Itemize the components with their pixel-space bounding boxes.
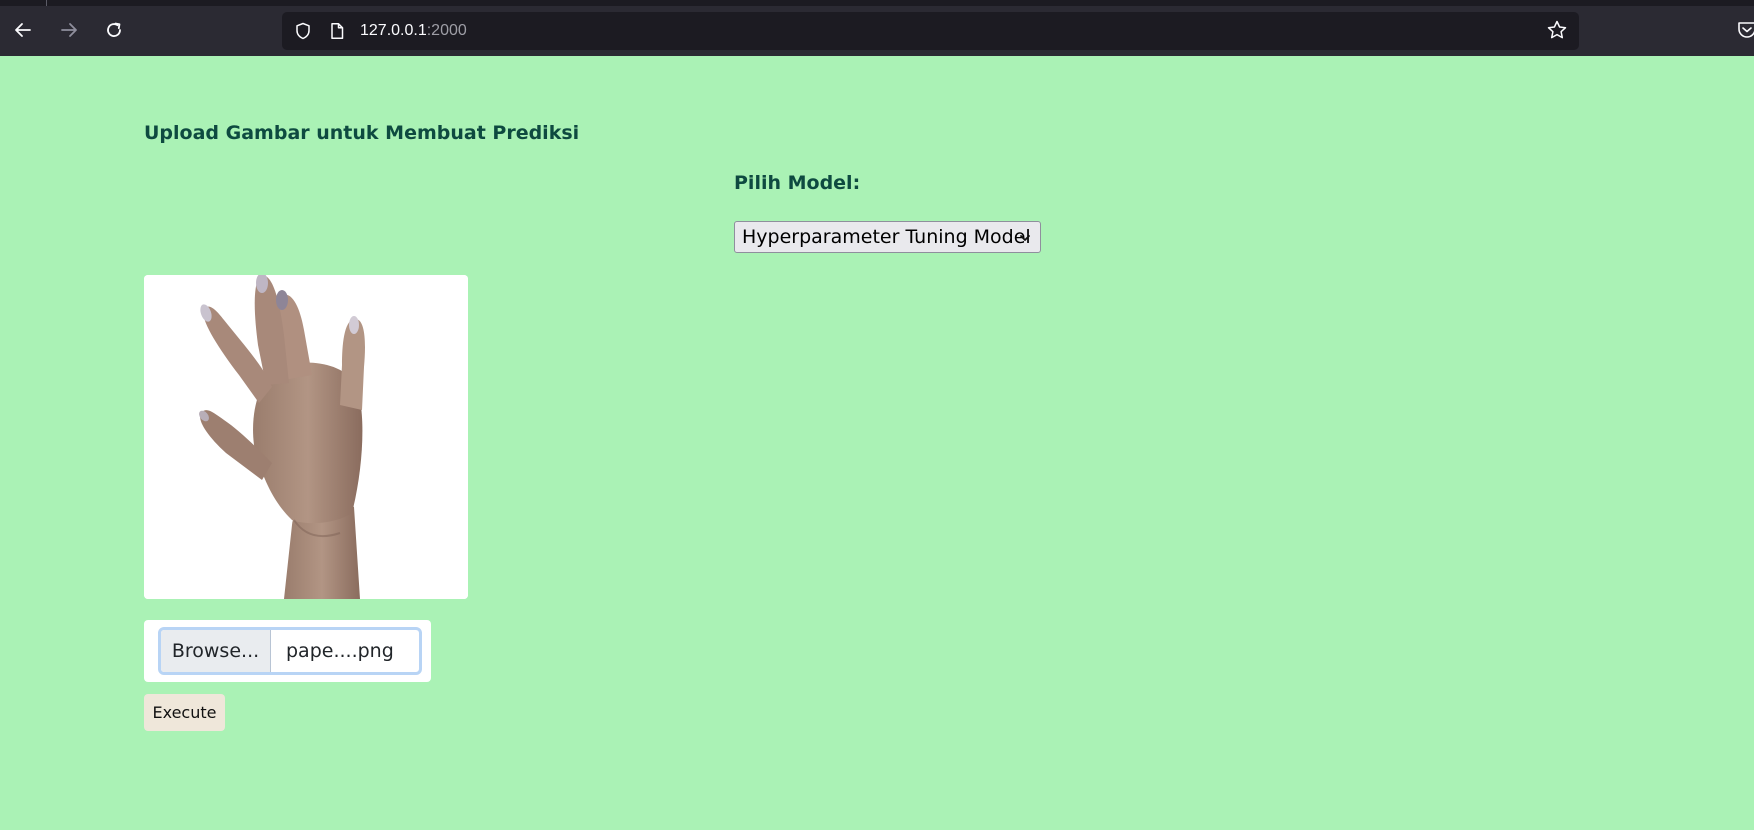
- forward-arrow-icon: [61, 23, 77, 37]
- address-bar[interactable]: 127.0.0.1:2000: [282, 12, 1579, 50]
- image-preview: [144, 275, 468, 599]
- browser-toolbar: 127.0.0.1:2000: [0, 0, 1754, 56]
- page-icon[interactable]: [327, 21, 347, 41]
- pocket-icon: [1738, 22, 1754, 38]
- url-port: :2000: [426, 22, 467, 39]
- url-text[interactable]: 127.0.0.1:2000: [360, 21, 467, 41]
- model-select[interactable]: Hyperparameter Tuning Model: [734, 221, 1041, 253]
- file-upload-container: Browse... pape....png: [144, 620, 431, 682]
- chevron-down-icon: [1020, 235, 1030, 241]
- model-select-value: Hyperparameter Tuning Model: [742, 226, 1031, 248]
- pocket-button[interactable]: [1736, 19, 1754, 41]
- page-title: Upload Gambar untuk Membuat Prediksi: [144, 122, 580, 144]
- back-button[interactable]: [8, 15, 38, 45]
- selected-file-name: pape....png: [286, 640, 394, 662]
- hand-image: [144, 275, 468, 599]
- shield-icon[interactable]: [293, 21, 313, 41]
- tab-edge: [46, 0, 47, 6]
- model-label: Pilih Model:: [734, 172, 861, 194]
- reload-button[interactable]: [99, 15, 129, 45]
- forward-button[interactable]: [54, 15, 84, 45]
- tab-strip: [0, 0, 1754, 6]
- bookmark-star-button[interactable]: [1546, 19, 1568, 41]
- file-input[interactable]: Browse... pape....png: [158, 627, 422, 675]
- back-arrow-icon: [15, 23, 31, 37]
- browse-button[interactable]: Browse...: [161, 630, 271, 672]
- star-icon: [1547, 20, 1567, 39]
- url-host: 127.0.0.1: [360, 22, 427, 39]
- execute-button[interactable]: Execute: [144, 694, 225, 731]
- reload-icon: [107, 22, 121, 37]
